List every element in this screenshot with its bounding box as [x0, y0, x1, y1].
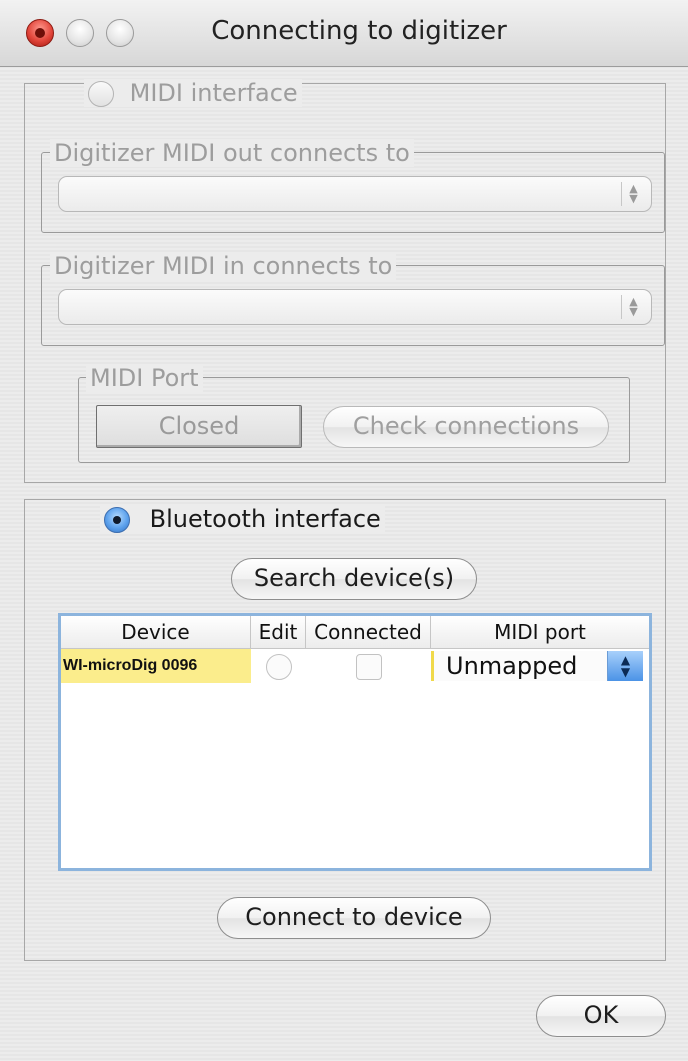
table-header: Device Edit Connected MIDI port — [61, 616, 649, 649]
table-row[interactable]: WI-microDig 0096 Unmapped ▲ ▼ — [61, 649, 649, 683]
devices-table: Device Edit Connected MIDI port WI-micro… — [58, 613, 652, 871]
device-name-cell[interactable]: WI-microDig 0096 — [61, 649, 251, 683]
ok-button[interactable]: OK — [536, 995, 666, 1037]
midi-interface-option[interactable]: MIDI interface — [84, 79, 302, 107]
midi-in-select[interactable]: ▲ ▼ — [58, 289, 652, 325]
column-header-edit[interactable]: Edit — [251, 616, 306, 648]
title-bar: Connecting to digitizer — [0, 0, 688, 67]
up-down-arrows-icon: ▲ ▼ — [621, 182, 645, 206]
connected-checkbox[interactable] — [356, 654, 382, 680]
window-title: Connecting to digitizer — [211, 16, 507, 46]
midi-port-closed-button[interactable]: Closed — [96, 405, 302, 448]
up-down-arrows-icon: ▲ ▼ — [621, 295, 645, 319]
midi-interface-label: MIDI interface — [129, 79, 298, 107]
bluetooth-interface-radio[interactable] — [104, 507, 130, 533]
bluetooth-interface-option[interactable]: Bluetooth interface — [100, 505, 385, 533]
connect-to-device-button[interactable]: Connect to device — [217, 897, 491, 939]
up-down-arrows-icon: ▲ ▼ — [607, 651, 643, 681]
midi-port-select[interactable]: Unmapped ▲ ▼ — [431, 651, 643, 681]
column-header-midi-port[interactable]: MIDI port — [431, 616, 649, 648]
search-devices-button[interactable]: Search device(s) — [231, 558, 477, 600]
midi-out-select[interactable]: ▲ ▼ — [58, 176, 652, 212]
midi-port-group-label: MIDI Port — [86, 364, 203, 392]
check-connections-button[interactable]: Check connections — [323, 406, 609, 448]
midi-out-group-label: Digitizer MIDI out connects to — [50, 139, 414, 167]
edit-radio[interactable] — [266, 654, 292, 680]
column-header-connected[interactable]: Connected — [306, 616, 431, 648]
dialog-window: Connecting to digitizer MIDI interface D… — [0, 0, 688, 1061]
midi-port-value: Unmapped — [446, 652, 578, 680]
midi-interface-radio[interactable] — [88, 81, 114, 107]
midi-in-group-label: Digitizer MIDI in connects to — [50, 252, 397, 280]
bluetooth-interface-label: Bluetooth interface — [149, 505, 381, 533]
column-header-device[interactable]: Device — [61, 616, 251, 648]
